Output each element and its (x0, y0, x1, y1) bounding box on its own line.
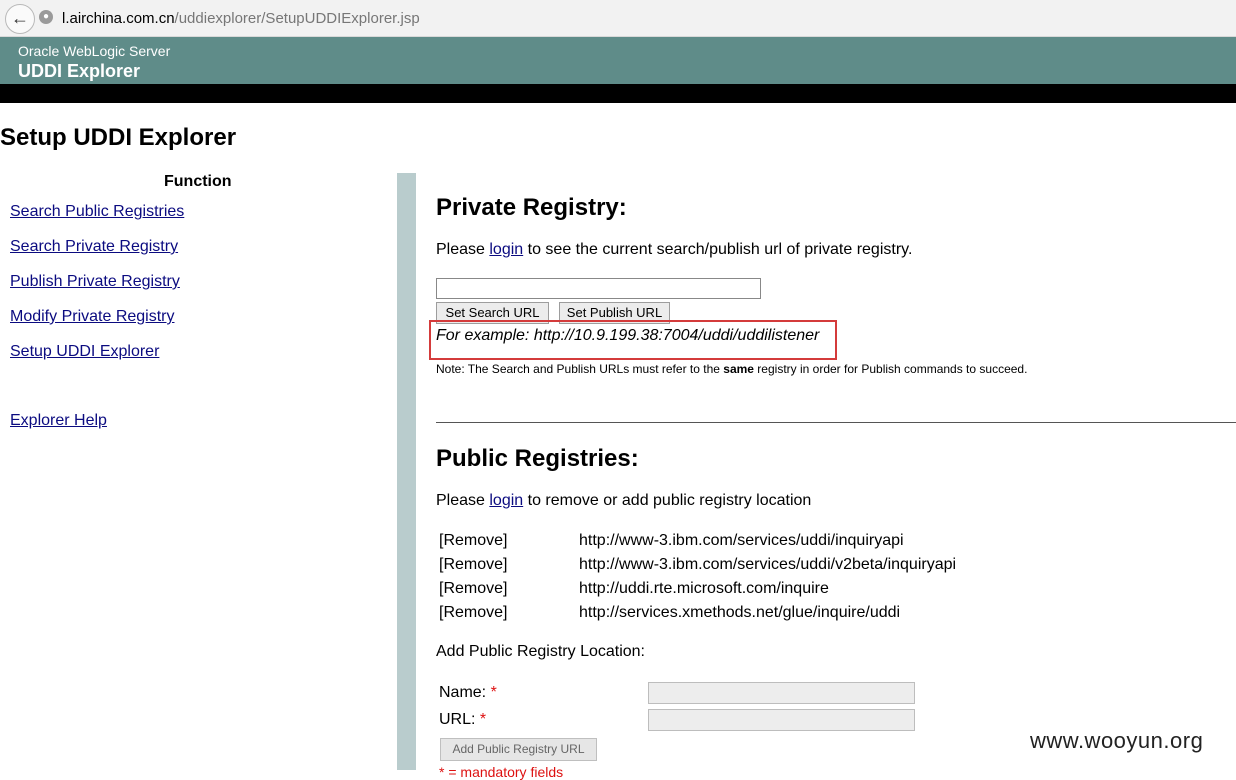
banner-divider (0, 84, 1236, 103)
globe-icon: ● (39, 10, 53, 24)
nav-publish-private-registry[interactable]: Publish Private Registry (10, 272, 184, 307)
public-registries-heading: Public Registries: (436, 445, 639, 472)
registry-url: http://www-3.ibm.com/services/uddi/inqui… (579, 532, 904, 549)
add-public-registry-button[interactable]: Add Public Registry URL (440, 738, 597, 761)
nav-heading: Function (164, 173, 232, 190)
watermark: www.wooyun.org (1030, 728, 1204, 753)
private-login-prompt: Please login to see the current search/p… (436, 241, 913, 258)
content-separator-bar (397, 173, 416, 770)
private-login-link[interactable]: login (489, 241, 523, 258)
public-login-prompt: Please login to remove or add public reg… (436, 492, 812, 509)
url-host: l.airchina.com.cn (62, 10, 175, 27)
add-registry-label: Add Public Registry Location: (436, 643, 645, 660)
registry-url: http://www-3.ibm.com/services/uddi/v2bet… (579, 556, 957, 573)
section-divider (436, 422, 1236, 423)
page-title: Setup UDDI Explorer (0, 124, 237, 151)
required-asterisk: * (490, 684, 497, 701)
registry-url: http://services.xmethods.net/glue/inquir… (579, 604, 901, 621)
private-registry-heading: Private Registry: (436, 194, 627, 221)
browser-toolbar: ← ● l.airchina.com.cn/uddiexplorer/Setup… (0, 0, 1236, 37)
remove-link[interactable]: [Remove] (439, 556, 507, 574)
name-field-label: Name: * (439, 684, 497, 701)
registry-url-input[interactable] (436, 278, 761, 299)
nav-search-private-registry[interactable]: Search Private Registry (10, 237, 184, 272)
back-arrow-icon[interactable]: ← (5, 4, 35, 34)
app-name: UDDI Explorer (18, 61, 141, 81)
publish-note: Note: The Search and Publish URLs must r… (436, 362, 1028, 376)
registry-name-input[interactable] (648, 682, 915, 704)
nav-explorer-help[interactable]: Explorer Help (10, 412, 107, 430)
nav-modify-private-registry[interactable]: Modify Private Registry (10, 307, 184, 342)
nav-setup-uddi-explorer[interactable]: Setup UDDI Explorer (10, 342, 184, 377)
remove-link[interactable]: [Remove] (439, 604, 507, 622)
public-login-link[interactable]: login (489, 492, 523, 509)
address-bar[interactable]: l.airchina.com.cn/uddiexplorer/SetupUDDI… (62, 8, 1222, 30)
mandatory-fields-note: * = mandatory fields (439, 764, 564, 780)
registry-url-field[interactable] (648, 709, 915, 731)
required-asterisk: * (479, 711, 487, 728)
nav-search-public-registries[interactable]: Search Public Registries (10, 202, 184, 237)
remove-link[interactable]: [Remove] (439, 532, 507, 550)
remove-link[interactable]: [Remove] (439, 580, 507, 598)
product-name: Oracle WebLogic Server (18, 43, 171, 59)
example-url-text: For example: http://10.9.199.38:7004/udd… (436, 327, 820, 344)
function-nav: Search Public Registries Search Private … (10, 202, 184, 377)
weblogic-banner: Oracle WebLogic Server UDDI Explorer (0, 37, 1236, 84)
url-path: /uddiexplorer/SetupUDDIExplorer.jsp (174, 10, 420, 27)
url-field-label: URL: * (439, 711, 487, 728)
registry-url: http://uddi.rte.microsoft.com/inquire (579, 580, 829, 597)
